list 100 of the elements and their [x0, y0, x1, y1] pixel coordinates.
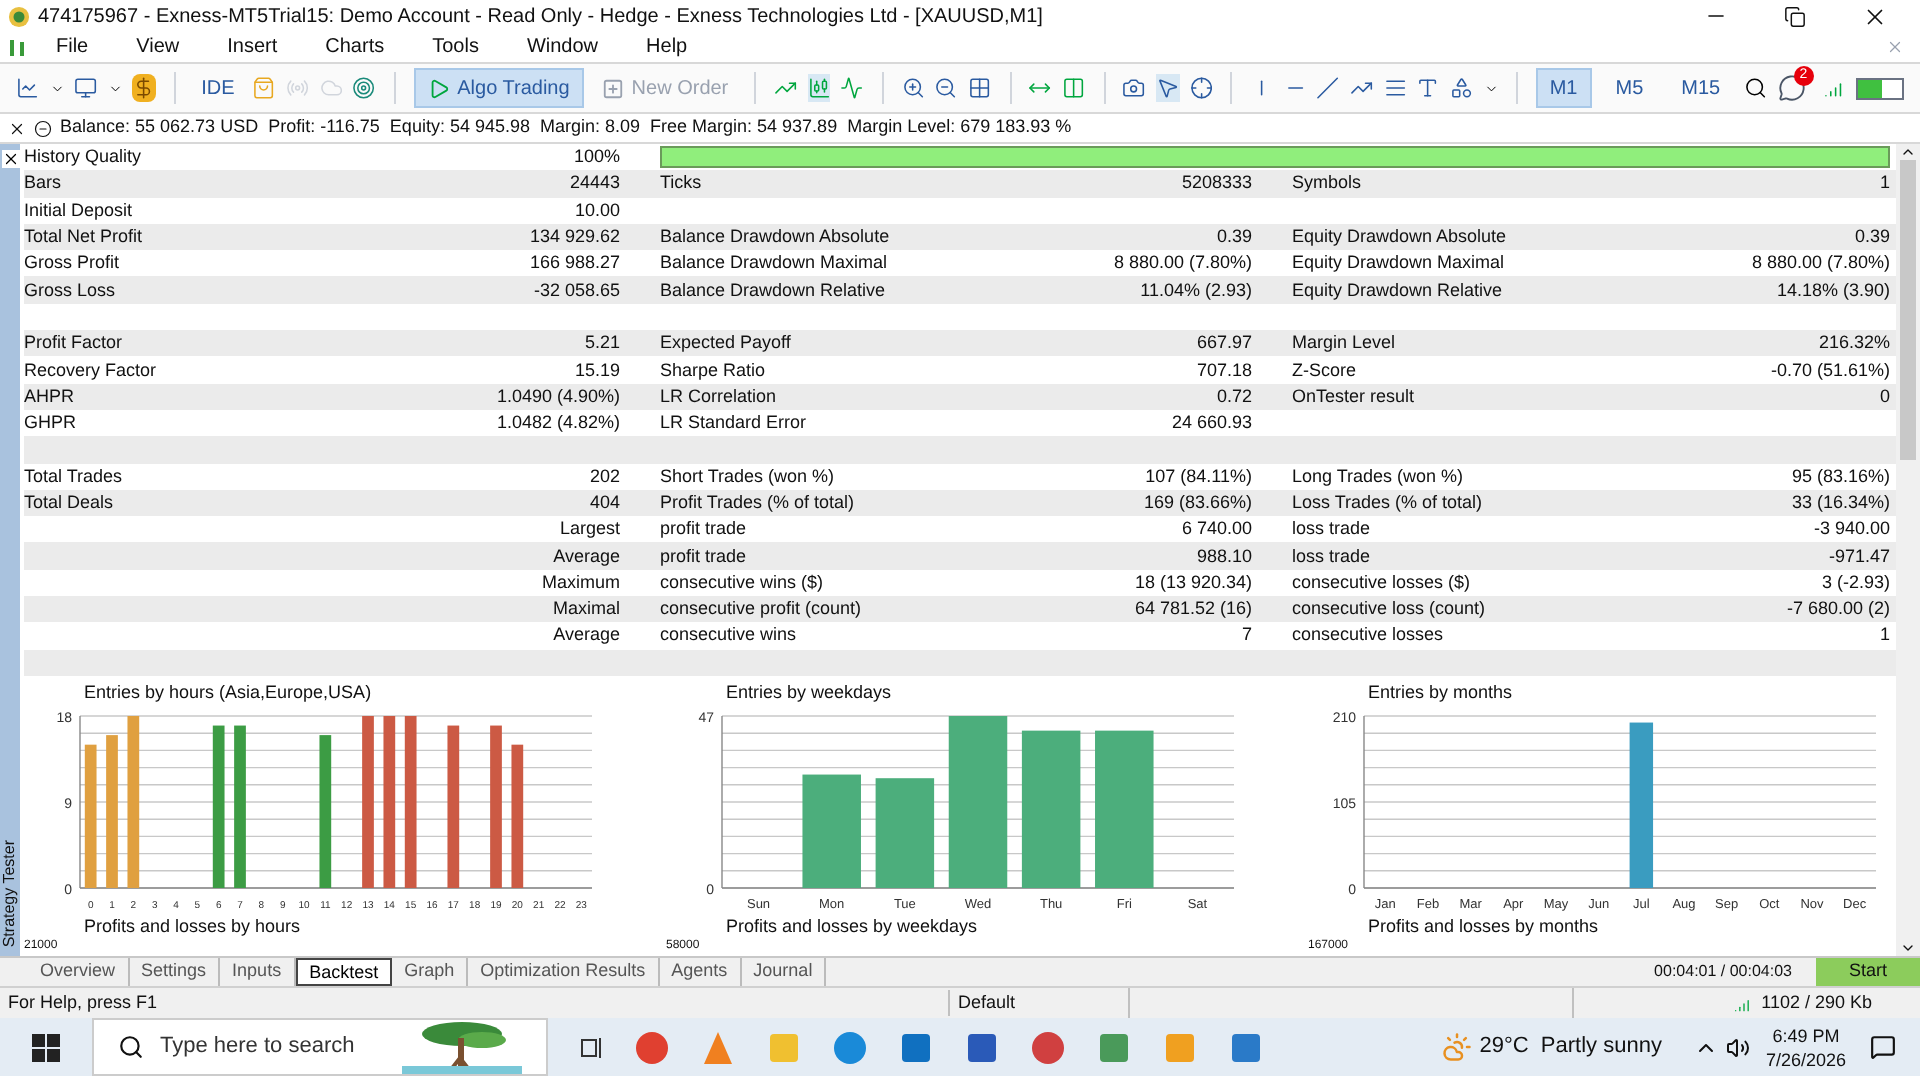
shapes-icon[interactable] — [1449, 74, 1474, 102]
windows-start-icon[interactable] — [32, 1033, 60, 1061]
metric-label: profit trade — [660, 547, 747, 566]
target-icon[interactable] — [352, 74, 376, 102]
taskbar-search-field[interactable]: Type here to search — [92, 1018, 548, 1076]
close-icon[interactable] — [1, 150, 19, 168]
metric-label: Balance Drawdown Maximal — [660, 254, 888, 273]
metric-label: Sharpe Ratio — [660, 361, 766, 380]
metric-value: -971.47 — [1828, 547, 1890, 566]
metric-label: Average — [553, 547, 620, 566]
collapse-icon[interactable] — [34, 119, 52, 137]
metric-value: 18 (13 920.34) — [1134, 573, 1252, 592]
cursor-icon[interactable] — [1156, 74, 1180, 102]
camera-icon[interactable] — [1122, 74, 1147, 102]
clock-time[interactable]: 6:49 PM — [1772, 1023, 1840, 1047]
clock-date[interactable]: 7/26/2026 — [1765, 1047, 1846, 1071]
chart-title: Entries by hours (Asia,Europe,USA) — [82, 681, 374, 704]
metric-value: 8 880.00 (7.80%) — [1751, 254, 1890, 273]
metric-value: 1.0482 (4.82%) — [496, 414, 620, 433]
timeframe-button[interactable]: M5 — [1601, 68, 1658, 108]
crosshair-icon[interactable] — [1189, 74, 1213, 102]
chart-title: Entries by weekdays — [724, 681, 894, 704]
monitor-icon[interactable] — [74, 74, 98, 102]
search-icon[interactable] — [1744, 74, 1768, 102]
zoom-in-icon[interactable] — [901, 74, 925, 102]
metric-label: Profit Factor — [24, 334, 123, 353]
menu-item[interactable]: File — [36, 32, 109, 62]
close-icon[interactable] — [8, 119, 26, 137]
metric-value: -0.70 (51.61%) — [1770, 361, 1890, 380]
metric-value: 1.0490 (4.90%) — [496, 387, 620, 406]
metric-label: Total Trades — [24, 467, 123, 486]
metric-label: Profit Trades (% of total) — [660, 494, 855, 512]
metric-label: Maximum — [541, 573, 620, 592]
metric-label: History Quality — [24, 148, 142, 167]
status-help-text: For Help, press F1 — [6, 989, 160, 1016]
restore-icon[interactable] — [1784, 5, 1806, 27]
side-panel-label: Strategy Tester — [2, 840, 18, 948]
chat-icon[interactable] — [1777, 74, 1806, 102]
metric-value: 107 (84.11%) — [1145, 467, 1252, 486]
metric-label: Maximal — [552, 600, 620, 619]
chart-bars-icon — [8, 37, 28, 57]
metric-value: 24 660.93 — [1171, 414, 1252, 433]
timeframe-button[interactable]: M1 — [1535, 68, 1592, 108]
metric-value: 707.18 — [1196, 361, 1252, 380]
dollar-icon[interactable] — [132, 74, 156, 102]
metric-label: consecutive wins ($) — [660, 573, 824, 592]
volume-icon[interactable] — [1725, 1035, 1750, 1059]
menu-item[interactable]: Insert — [207, 32, 298, 62]
metric-label: Short Trades (won %) — [660, 467, 835, 486]
metric-value: 216.32% — [1818, 334, 1890, 353]
metric-value: 1 — [1879, 626, 1890, 645]
metric-value: 10.00 — [574, 201, 620, 220]
tab[interactable]: Backtest — [295, 958, 393, 986]
trend-line-icon[interactable] — [1316, 74, 1341, 102]
metric-value: 64 781.52 (16) — [1134, 600, 1252, 619]
profile-name: Default — [948, 989, 1128, 1017]
menu-item[interactable]: Tools — [412, 32, 499, 62]
metric-label: LR Correlation — [660, 387, 777, 406]
start-button[interactable]: Start — [1816, 958, 1920, 986]
metric-value: 0.39 — [1854, 228, 1890, 247]
menu-item[interactable]: View — [116, 32, 200, 62]
timeframe-button[interactable]: M15 — [1667, 68, 1735, 108]
metric-value: 11.04% (2.93) — [1140, 281, 1252, 300]
menu-item[interactable]: Charts — [305, 32, 405, 62]
scrollbar-thumb[interactable] — [1900, 160, 1916, 460]
grid-icon[interactable] — [967, 74, 992, 102]
line-chart-icon[interactable] — [16, 74, 40, 102]
text-icon[interactable] — [1416, 74, 1440, 102]
metric-label: Long Trades (won %) — [1292, 467, 1464, 486]
metric-label: Bars — [24, 174, 62, 193]
scrollbar[interactable] — [1896, 144, 1920, 956]
metric-value: 95 (83.16%) — [1791, 467, 1890, 486]
account-summary: Balance: 55 062.73 USD Profit: -116.75 Equity: 54 945.98 Margin: 8.09 Free Margin: 54 937.89 Margin Level: 679 183.93 % — [60, 114, 1072, 141]
algo-trading-button[interactable]: Algo Trading — [413, 68, 584, 108]
chart-title: Profits and losses by hours — [82, 915, 303, 938]
metric-label: Initial Deposit — [24, 201, 133, 220]
candlestick-icon[interactable] — [807, 74, 831, 102]
notifications-icon[interactable] — [1870, 1034, 1896, 1060]
menu-item[interactable]: Help — [626, 32, 708, 62]
metric-label: LR Standard Error — [660, 414, 807, 433]
metric-label: Recovery Factor — [24, 361, 157, 380]
metric-value: 33 (16.34%) — [1791, 494, 1890, 512]
scroll-down-icon[interactable] — [1900, 940, 1916, 956]
metric-label: Margin Level — [1292, 334, 1396, 353]
metric-value: 404 — [589, 494, 620, 512]
task-view-icon[interactable] — [580, 1035, 604, 1059]
metric-label: Expected Payoff — [660, 334, 791, 353]
metric-value: 0.72 — [1216, 387, 1252, 406]
line-chart-icon[interactable] — [840, 74, 864, 102]
metric-label: Total Net Profit — [24, 228, 143, 247]
zoom-out-icon[interactable] — [934, 74, 958, 102]
play-icon — [427, 77, 450, 99]
metric-label: Loss Trades (% of total) — [1292, 494, 1483, 512]
metric-value: -3 940.00 — [1813, 520, 1890, 539]
metric-value: -7 680.00 (2) — [1786, 600, 1890, 619]
weather-text[interactable]: 29°C Partly sunny — [1479, 1030, 1662, 1064]
scroll-up-icon[interactable] — [1900, 144, 1916, 160]
chart-title: Entries by months — [1366, 681, 1515, 704]
menu-item[interactable]: Window — [506, 32, 619, 62]
ide-button[interactable]: IDE — [193, 73, 243, 103]
